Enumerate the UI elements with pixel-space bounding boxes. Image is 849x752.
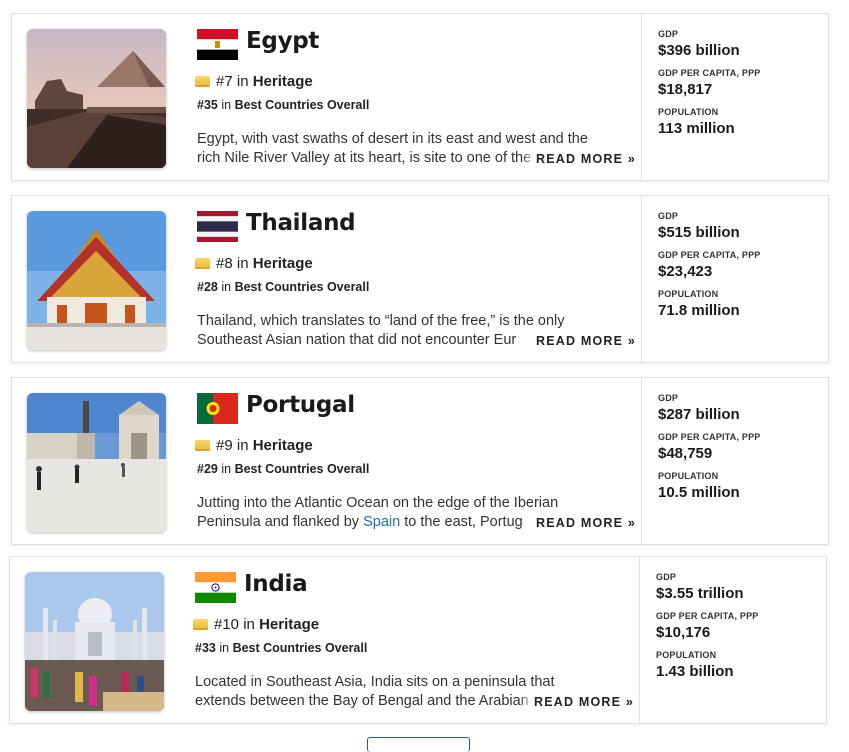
- gdp-per-capita-label: GDP PER CAPITA, PPP: [656, 611, 759, 621]
- heritage-rank: #8 in Heritage: [195, 255, 313, 272]
- overall-rank-number: #29: [197, 462, 218, 476]
- country-stats: GDP $3.55 trillion GDP PER CAPITA, PPP $…: [656, 572, 759, 689]
- india-flag-icon: [195, 572, 236, 603]
- gdp-label: GDP: [658, 393, 679, 403]
- in-label: in: [236, 437, 249, 454]
- heritage-rank: #10 in Heritage: [193, 616, 319, 633]
- country-name[interactable]: Egypt: [246, 28, 319, 54]
- country-photo-portugal[interactable]: [27, 393, 166, 532]
- medal-icon: [193, 619, 208, 630]
- population-label: POPULATION: [656, 650, 717, 660]
- stats-divider: [641, 378, 642, 544]
- heritage-rank-number: #7: [216, 73, 233, 90]
- read-more-link[interactable]: READ MORE »: [522, 334, 637, 348]
- heritage-rank-link[interactable]: Heritage: [253, 73, 313, 90]
- population-value: 10.5 million: [658, 484, 740, 501]
- country-photo-india[interactable]: [25, 572, 164, 711]
- stats-divider: [639, 557, 640, 723]
- population-value: 113 million: [658, 120, 735, 137]
- overall-rank: #33 in Best Countries Overall: [195, 641, 367, 655]
- country-photo-thailand[interactable]: [27, 211, 166, 350]
- gdp-per-capita-value: $10,176: [656, 624, 711, 641]
- country-name[interactable]: Portugal: [246, 392, 355, 418]
- country-name[interactable]: India: [244, 571, 308, 597]
- population-value: 71.8 million: [658, 302, 740, 319]
- heritage-rank-number: #8: [216, 255, 233, 272]
- heritage-rank: #7 in Heritage: [195, 73, 313, 90]
- in-label: in: [236, 255, 249, 272]
- in-label: in: [221, 98, 232, 112]
- overall-rank-link[interactable]: Best Countries Overall: [235, 462, 370, 476]
- read-more-link[interactable]: READ MORE »: [522, 516, 637, 530]
- taj-mahal-photo: [25, 572, 164, 711]
- temple-photo: [27, 211, 166, 350]
- gdp-per-capita-label: GDP PER CAPITA, PPP: [658, 432, 761, 442]
- country-stats: GDP $287 billion GDP PER CAPITA, PPP $48…: [658, 393, 761, 510]
- country-card-thailand: Thailand #8 in Heritage #28 in Best Coun…: [11, 195, 829, 363]
- gdp-label: GDP: [656, 572, 677, 582]
- country-card-portugal: Portugal #9 in Heritage #29 in Best Coun…: [11, 377, 829, 545]
- in-label: in: [243, 616, 255, 633]
- gdp-per-capita-value: $48,759: [658, 445, 713, 462]
- medal-icon: [195, 440, 210, 451]
- overall-rank: #35 in Best Countries Overall: [197, 98, 369, 112]
- in-label: in: [221, 280, 232, 294]
- gdp-label: GDP: [658, 211, 679, 221]
- description-text: to the east, Portug: [400, 514, 523, 530]
- egypt-flag-icon: [197, 29, 238, 60]
- stats-divider: [641, 14, 642, 180]
- gdp-per-capita-label: GDP PER CAPITA, PPP: [658, 250, 761, 260]
- gdp-per-capita-value: $23,423: [658, 263, 713, 280]
- overall-rank: #29 in Best Countries Overall: [197, 462, 369, 476]
- heritage-rank-link[interactable]: Heritage: [253, 255, 313, 272]
- in-label: in: [219, 641, 230, 655]
- overall-rank-number: #28: [197, 280, 218, 294]
- country-stats: GDP $515 billion GDP PER CAPITA, PPP $23…: [658, 211, 761, 328]
- country-card-egypt: Egypt #7 in Heritage #35 in Best Countri…: [11, 13, 829, 181]
- overall-rank-number: #35: [197, 98, 218, 112]
- stats-divider: [641, 196, 642, 362]
- country-stats: GDP $396 billion GDP PER CAPITA, PPP $18…: [658, 29, 761, 146]
- gdp-value: $287 billion: [658, 406, 740, 423]
- heritage-rank-link[interactable]: Heritage: [259, 616, 319, 633]
- in-label: in: [236, 73, 249, 90]
- square-photo: [27, 393, 166, 532]
- medal-icon: [195, 258, 210, 269]
- overall-rank-link[interactable]: Best Countries Overall: [235, 98, 370, 112]
- read-more-link[interactable]: READ MORE »: [522, 152, 637, 166]
- overall-rank: #28 in Best Countries Overall: [197, 280, 369, 294]
- population-label: POPULATION: [658, 107, 719, 117]
- gdp-value: $396 billion: [658, 42, 740, 59]
- gdp-value: $515 billion: [658, 224, 740, 241]
- population-label: POPULATION: [658, 289, 719, 299]
- country-photo-egypt[interactable]: [27, 29, 166, 168]
- overall-rank-link[interactable]: Best Countries Overall: [233, 641, 368, 655]
- overall-rank-link[interactable]: Best Countries Overall: [235, 280, 370, 294]
- heritage-rank: #9 in Heritage: [195, 437, 313, 454]
- gdp-per-capita-value: $18,817: [658, 81, 713, 98]
- population-value: 1.43 billion: [656, 663, 734, 680]
- spain-link[interactable]: Spain: [363, 514, 400, 530]
- gdp-per-capita-label: GDP PER CAPITA, PPP: [658, 68, 761, 78]
- load-more-button[interactable]: [367, 737, 470, 752]
- in-label: in: [221, 462, 232, 476]
- gdp-label: GDP: [658, 29, 679, 39]
- heritage-rank-number: #9: [216, 437, 233, 454]
- portugal-flag-icon: [197, 393, 238, 424]
- heritage-rank-link[interactable]: Heritage: [253, 437, 313, 454]
- overall-rank-number: #33: [195, 641, 216, 655]
- population-label: POPULATION: [658, 471, 719, 481]
- medal-icon: [195, 76, 210, 87]
- gdp-value: $3.55 trillion: [656, 585, 744, 602]
- thailand-flag-icon: [197, 211, 238, 242]
- country-name[interactable]: Thailand: [246, 210, 356, 236]
- country-card-india: India #10 in Heritage #33 in Best Countr…: [9, 556, 827, 724]
- heritage-rank-number: #10: [214, 616, 240, 633]
- read-more-link[interactable]: READ MORE »: [520, 695, 635, 709]
- pyramids-photo: [27, 29, 166, 168]
